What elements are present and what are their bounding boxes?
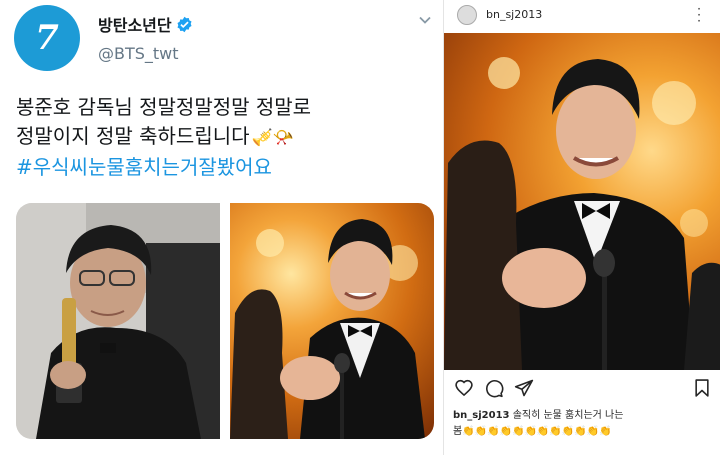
trumpet-horn-emoji: 🎺📯: [251, 128, 294, 148]
verified-badge-icon: [177, 16, 192, 32]
instagram-panel: bn_sj2013 · · · bn_sj2013 솔직히 눈물 훔치는거 나는…: [443, 0, 720, 455]
account-handle[interactable]: @BTS_twt: [98, 44, 179, 63]
caption-line-2: 봄👏👏👏👏👏👏👏👏👏👏👏👏: [453, 426, 612, 437]
tweet-photo-director-with-oscar[interactable]: [16, 203, 220, 439]
tweet-line-2: 정말이지 정말 축하드립니다: [16, 124, 250, 148]
chevron-down-icon[interactable]: [417, 12, 433, 28]
caption-username[interactable]: bn_sj2013: [453, 410, 510, 421]
actor-photo-illustration: [230, 219, 425, 439]
caption-text: 솔직히 눈물 훔치는거 나는: [512, 410, 624, 421]
post-actions: [444, 372, 720, 402]
post-photo[interactable]: [444, 33, 720, 370]
share-icon[interactable]: [514, 378, 534, 398]
heart-icon[interactable]: [454, 378, 474, 398]
post-header: bn_sj2013 · · ·: [444, 0, 720, 30]
user-avatar[interactable]: [457, 5, 477, 25]
tweet-line-1: 봉준호 감독님 정말정말정말 정말로: [16, 95, 312, 119]
post-caption: bn_sj2013 솔직히 눈물 훔치는거 나는 봄👏👏👏👏👏👏👏👏👏👏👏👏: [453, 408, 715, 440]
ellipsis-vertical-icon[interactable]: · · ·: [696, 3, 702, 27]
tweet-photos: [16, 203, 434, 439]
post-username[interactable]: bn_sj2013: [486, 8, 542, 21]
tweet-text: 봉준호 감독님 정말정말정말 정말로 정말이지 정말 축하드립니다 🎺📯 #우식씨…: [16, 93, 434, 182]
comment-icon[interactable]: [484, 378, 504, 398]
account-name-row[interactable]: 방탄소년단: [98, 12, 193, 36]
tweet-line-2-row: 정말이지 정말 축하드립니다 🎺📯: [16, 122, 434, 153]
profile-avatar[interactable]: 7: [14, 5, 80, 71]
account-name[interactable]: 방탄소년단: [98, 12, 172, 36]
post-photo-illustration: [444, 57, 720, 370]
tweet-photo-actor-clapping[interactable]: [230, 203, 434, 439]
hashtag-link[interactable]: #우식씨눈물훔치는거잘봤어요: [16, 153, 434, 182]
tweet-panel: 7 방탄소년단 @BTS_twt 봉준호 감독님 정말정말정말 정말로 정말이지…: [0, 0, 440, 455]
avatar-logo: 7: [35, 18, 59, 58]
director-photo-illustration: [16, 203, 220, 439]
bookmark-icon[interactable]: [692, 378, 712, 398]
